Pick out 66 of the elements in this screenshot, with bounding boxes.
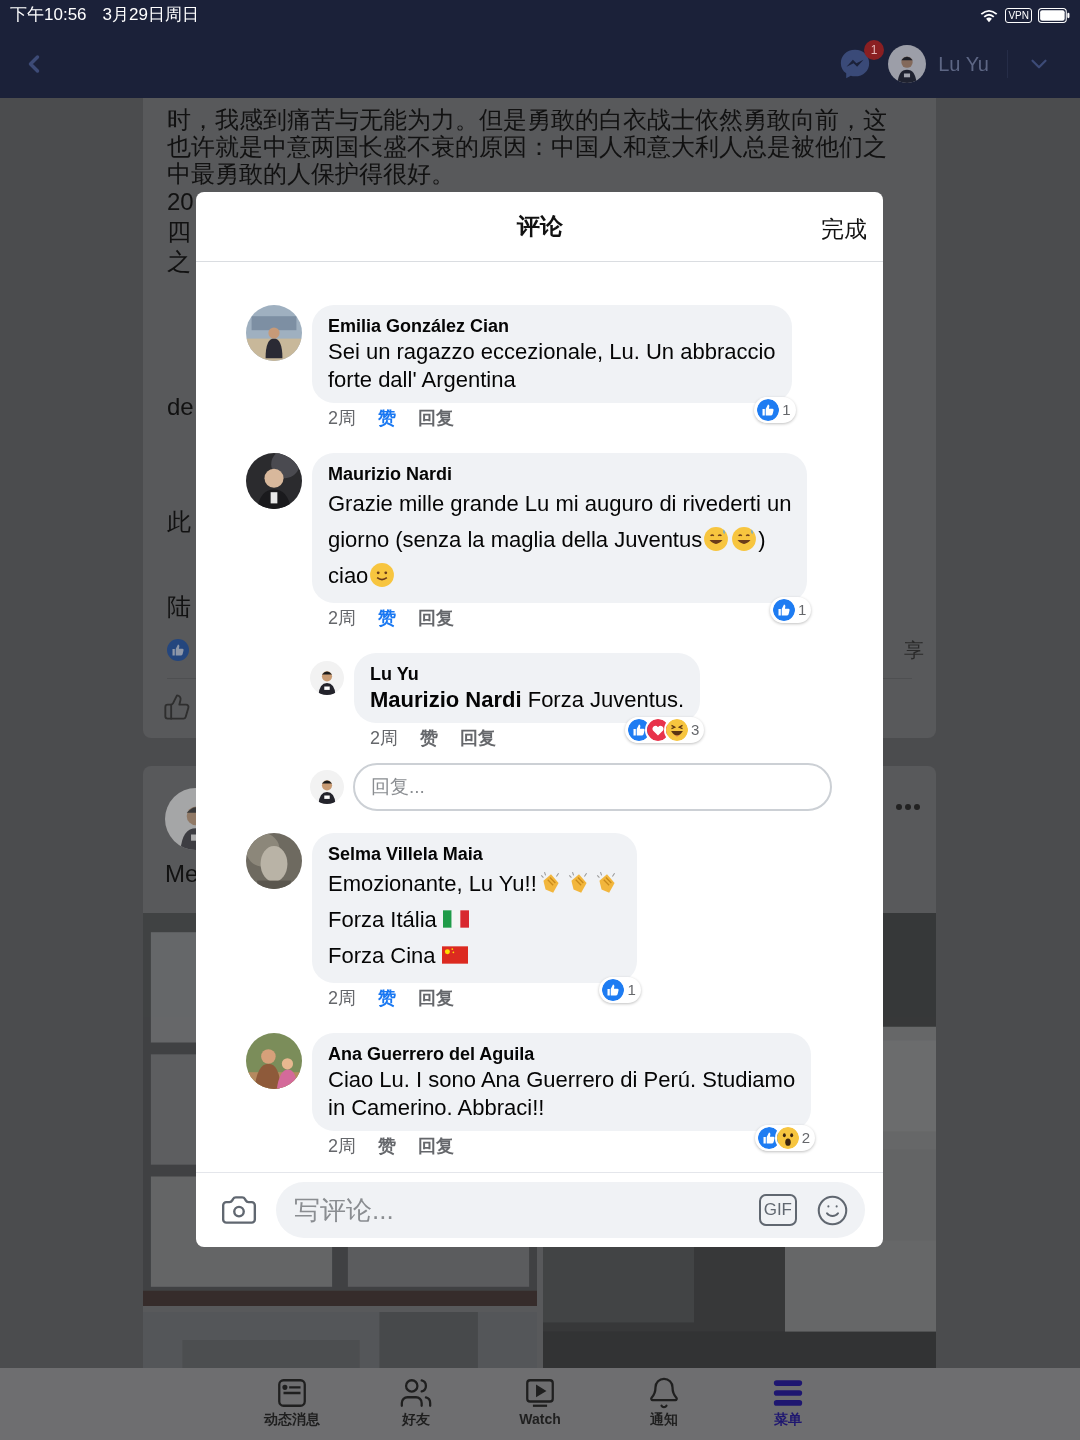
like-icon: [602, 978, 625, 1001]
status-time: 下午10:56: [10, 4, 87, 27]
grinning-sweat-icon: [731, 526, 758, 552]
comment-time: 2周: [328, 607, 356, 630]
comment-text: Sei un ragazzo eccezionale, Lu. Un abbraccio: [328, 337, 776, 366]
comment-text: Grazie mille grande Lu mi auguro di rivederti un: [328, 489, 792, 518]
comment-author[interactable]: Selma Villela Maia: [328, 843, 621, 865]
vpn-indicator: VPN: [1005, 7, 1032, 23]
reply-link[interactable]: 回复: [418, 605, 454, 631]
nav-tab[interactable]: 动态消息: [265, 1376, 319, 1440]
comment-time: 2周: [370, 727, 398, 750]
more-icon[interactable]: [896, 804, 920, 810]
post-text-line: 也许就是中意两国长盛不衰的原因：中国人和意大利人总是被他们之: [167, 133, 888, 160]
reaction-summary[interactable]: 1: [754, 396, 796, 423]
comment-text: ): [758, 525, 766, 554]
post-text-line: 此: [167, 507, 191, 537]
reaction-summary[interactable]: 1: [770, 596, 812, 623]
comment-author[interactable]: Maurizio Nardi: [328, 463, 792, 485]
emoji-icon[interactable]: [816, 1194, 849, 1227]
reaction-summary[interactable]: 2: [754, 1124, 816, 1151]
laughing-face-icon: [665, 718, 688, 741]
post-text-line: 20: [167, 187, 194, 217]
surprised-face-icon: [776, 1126, 799, 1149]
heart-icon: [646, 718, 669, 741]
like-icon: [773, 598, 796, 621]
like-link[interactable]: 赞: [378, 405, 396, 431]
comment-text: forte dall' Argentina: [328, 365, 516, 394]
reaction-summary[interactable]: 3: [624, 716, 705, 743]
battery-icon: [1038, 7, 1070, 23]
nav-tab[interactable]: Watch: [513, 1376, 567, 1440]
comment-text: Emozionante, Lu Yu!!: [328, 869, 537, 898]
post-text-line: 四: [167, 217, 191, 247]
reaction-summary[interactable]: 1: [599, 976, 641, 1003]
like-link[interactable]: 赞: [378, 605, 396, 631]
like-icon[interactable]: [163, 693, 191, 721]
comment-time: 2周: [328, 407, 356, 430]
nav-tab[interactable]: 通知: [637, 1376, 691, 1440]
dialog-title: 评论: [516, 212, 563, 242]
like-icon: [167, 639, 189, 661]
done-button[interactable]: 完成: [821, 212, 867, 247]
grinning-sweat-icon: [703, 526, 730, 552]
reply-link[interactable]: 回复: [418, 405, 454, 431]
like-icon: [627, 718, 650, 741]
wifi-icon: [979, 7, 1000, 23]
post-text-line: de: [167, 392, 194, 422]
gif-button[interactable]: GIF: [758, 1194, 797, 1226]
comment-author[interactable]: Emilia González Cian: [328, 315, 776, 337]
post-text-line: 之: [167, 247, 191, 277]
reply-link[interactable]: 回复: [460, 725, 496, 751]
smiling-face-icon: [369, 562, 396, 588]
like-icon: [757, 398, 780, 421]
comment-text: ciao: [328, 561, 369, 590]
comment-author[interactable]: Lu Yu: [370, 663, 685, 685]
comment-text: Maurizio Nardi Forza Juventus.: [370, 685, 685, 714]
nav-tab[interactable]: 菜单: [761, 1376, 815, 1440]
nav-tab[interactable]: 好友: [389, 1376, 443, 1440]
post-text-line: 陆: [167, 592, 191, 622]
like-icon: [757, 1126, 780, 1149]
message-count-badge: 1: [864, 40, 884, 60]
like-link[interactable]: 赞: [420, 725, 438, 751]
post-text-line: 中最勇敢的人保护得很好。: [167, 160, 456, 187]
friends-icon: [398, 1376, 434, 1410]
status-date: 3月29日周日: [102, 4, 199, 27]
reply-field[interactable]: 回复...: [353, 763, 832, 811]
comment-text: giorno (senza la maglia della Juventus: [328, 525, 703, 554]
post-text-line: 时，我感到痛苦与无能为力。但是勇敢的白衣战士依然勇敢向前，这: [167, 106, 888, 133]
